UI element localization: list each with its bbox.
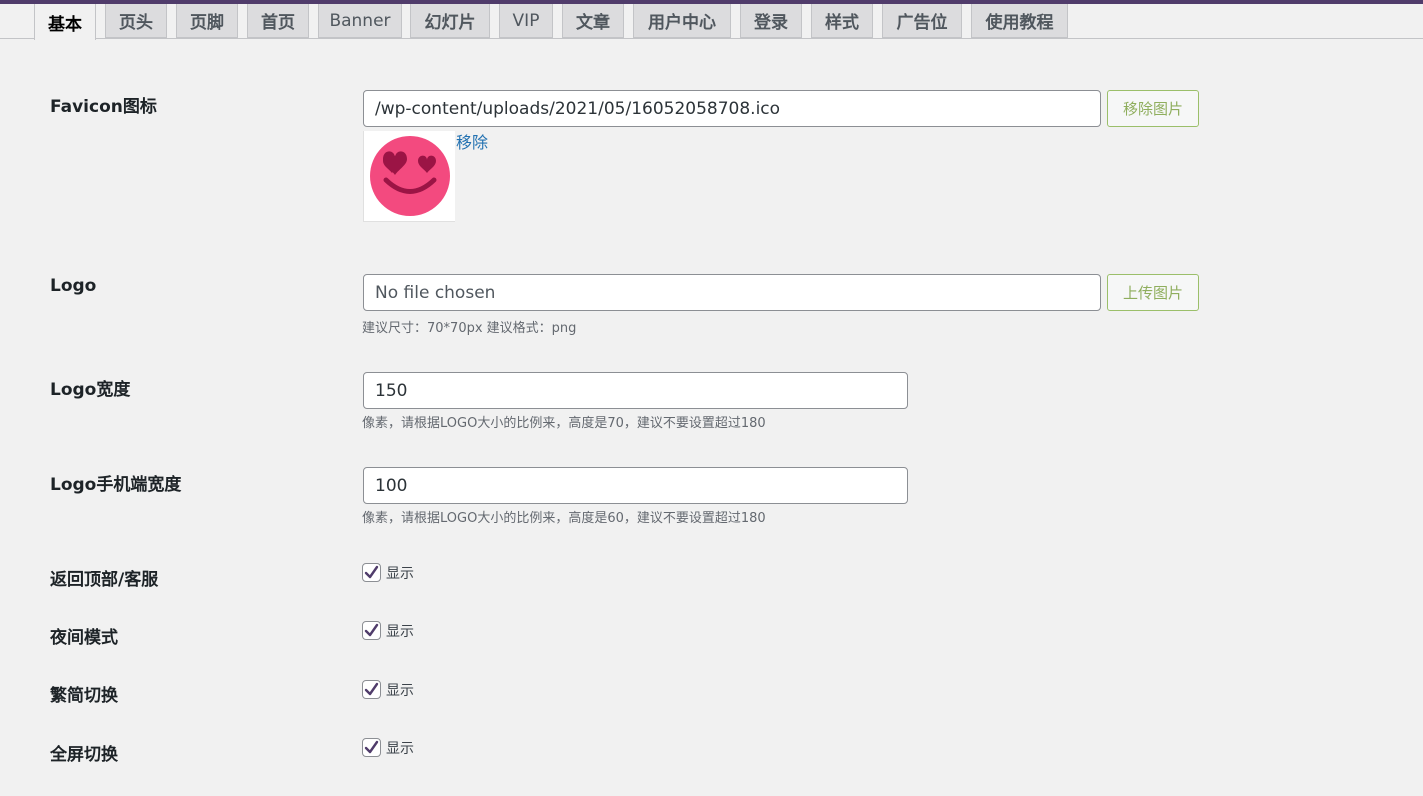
night-mode-toggle: 显示	[362, 620, 414, 641]
tab-style[interactable]: 样式	[811, 4, 873, 38]
tab-banner[interactable]: Banner	[318, 4, 402, 38]
night-mode-label: 夜间模式	[50, 628, 118, 648]
checkmark-icon	[364, 682, 379, 696]
heart-eyes-emoji-icon	[370, 136, 450, 216]
tab-basic[interactable]: 基本	[34, 4, 96, 40]
remove-favicon-link[interactable]: 移除	[456, 129, 488, 153]
tab-user-center[interactable]: 用户中心	[633, 4, 731, 38]
logo-width-hint: 像素，请根据LOGO大小的比例来，高度是70，建议不要设置超过180	[362, 416, 766, 431]
tab-footer[interactable]: 页脚	[176, 4, 238, 38]
checkmark-icon	[364, 623, 379, 637]
tab-tutorial[interactable]: 使用教程	[971, 4, 1068, 38]
favicon-url-input[interactable]	[363, 90, 1101, 127]
back-to-top-check-label: 显示	[386, 565, 414, 582]
night-mode-checkbox[interactable]	[362, 621, 381, 640]
fullscreen-label: 全屏切换	[50, 745, 118, 765]
simplified-traditional-check-label: 显示	[386, 682, 414, 699]
fullscreen-check-label: 显示	[386, 740, 414, 757]
fullscreen-toggle: 显示	[362, 737, 414, 758]
settings-tab-bar: 基本 页头 页脚 首页 Banner 幻灯片 VIP 文章 用户中心 登录 样式…	[0, 4, 1423, 40]
tab-ad-slot[interactable]: 广告位	[882, 4, 962, 38]
favicon-preview	[363, 131, 455, 222]
back-to-top-toggle: 显示	[362, 562, 414, 583]
logo-mobile-width-input[interactable]	[363, 467, 908, 504]
upload-image-button[interactable]: 上传图片	[1107, 274, 1199, 311]
favicon-label: Favicon图标	[50, 97, 157, 117]
logo-label: Logo	[50, 276, 97, 296]
simplified-traditional-checkbox[interactable]	[362, 680, 381, 699]
tab-header[interactable]: 页头	[105, 4, 167, 38]
logo-hint: 建议尺寸：70*70px 建议格式：png	[362, 321, 577, 336]
night-mode-check-label: 显示	[386, 623, 414, 640]
simplified-traditional-toggle: 显示	[362, 679, 414, 700]
fullscreen-checkbox[interactable]	[362, 738, 381, 757]
simplified-traditional-label: 繁简切换	[50, 686, 118, 706]
checkmark-icon	[364, 565, 379, 579]
tab-slideshow[interactable]: 幻灯片	[410, 4, 490, 38]
remove-image-button[interactable]: 移除图片	[1107, 90, 1199, 127]
logo-width-input[interactable]	[363, 372, 908, 409]
logo-mobile-width-label: Logo手机端宽度	[50, 475, 182, 495]
tab-vip[interactable]: VIP	[499, 4, 553, 38]
back-to-top-label: 返回顶部/客服	[50, 570, 159, 590]
tab-login[interactable]: 登录	[740, 4, 802, 38]
tab-article[interactable]: 文章	[562, 4, 624, 38]
logo-file-input[interactable]	[363, 274, 1101, 311]
tab-home[interactable]: 首页	[247, 4, 309, 38]
checkmark-icon	[364, 740, 379, 754]
logo-width-label: Logo宽度	[50, 380, 131, 400]
back-to-top-checkbox[interactable]	[362, 563, 381, 582]
logo-mobile-width-hint: 像素，请根据LOGO大小的比例来，高度是60，建议不要设置超过180	[362, 511, 766, 526]
